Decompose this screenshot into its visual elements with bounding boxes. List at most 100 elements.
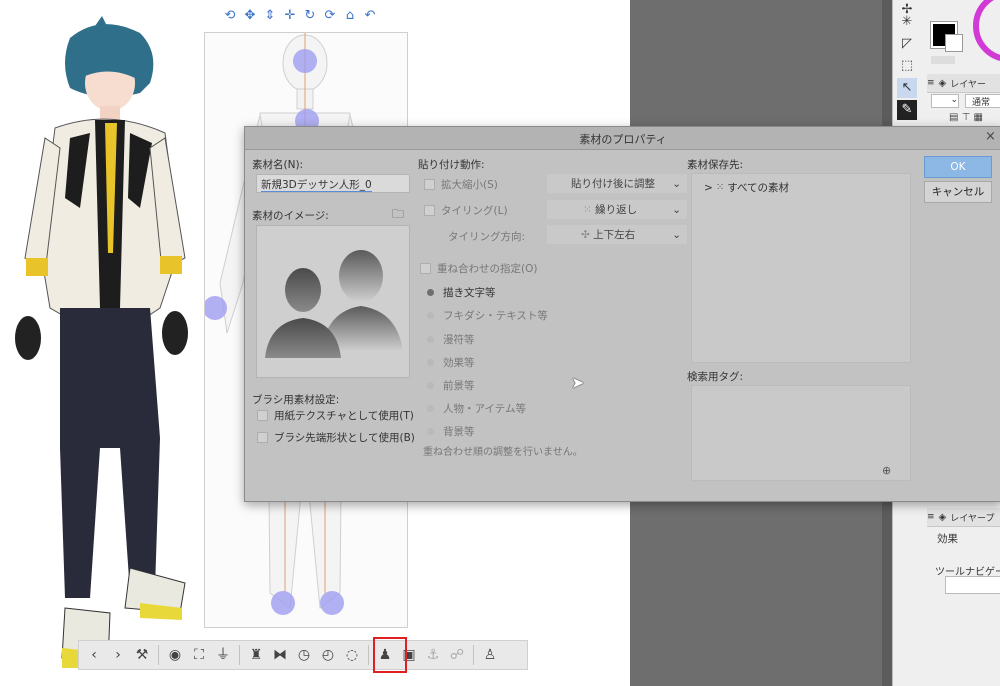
tiling-dropdown[interactable]: ⁙ 繰り返し ⌄: [547, 200, 687, 219]
object-tool-icon[interactable]: ↖: [897, 78, 917, 98]
overlay-radio-6[interactable]: 背景等: [427, 424, 475, 439]
sub-color-swatch[interactable]: [945, 34, 963, 52]
scale-dropdown[interactable]: 貼り付け後に調整 ⌄: [547, 174, 687, 193]
tiling-direction-dropdown[interactable]: ✣ 上下左右 ⌄: [547, 225, 687, 244]
object-launcher: ‹ › ⚒ ◉ ⛶ ⏚ ♜ ⧓ ◷ ◴ ◌ ♟ ▣ ⚓ ☍ ♙: [78, 640, 528, 670]
flip-icon[interactable]: ⧓: [269, 644, 291, 666]
rotate-object-icon[interactable]: ↻: [302, 8, 318, 24]
overlay-note: 重ね合わせ順の調整を行いません。: [423, 447, 583, 458]
layer-tab-label[interactable]: レイヤー: [950, 77, 986, 90]
transparent-color-swatch[interactable]: [931, 56, 955, 64]
close-icon[interactable]: ×: [985, 129, 996, 144]
overlay-checkbox[interactable]: [420, 263, 431, 274]
blend-mode-select[interactable]: 通常: [965, 94, 1000, 108]
wrench-icon[interactable]: ⚒: [131, 644, 153, 666]
reset-object-icon[interactable]: ◴: [317, 644, 339, 666]
reset-all-icon[interactable]: ◌: [341, 644, 363, 666]
name-label: 素材名(N):: [252, 159, 304, 171]
brush-tool-icon[interactable]: ✎: [897, 100, 917, 120]
tiling-direction-label: タイリング方向:: [448, 231, 526, 243]
brush-tip-checkbox[interactable]: [257, 432, 268, 443]
overlay-radio-label: 効果等: [443, 357, 475, 369]
expand-chevron-icon[interactable]: >: [704, 182, 713, 194]
save-location-tree[interactable]: > ⁙ すべての素材: [691, 173, 911, 363]
layer-prop-tab-label[interactable]: レイヤープ: [950, 511, 994, 524]
blend-select-chevron-icon[interactable]: ⌄: [931, 94, 959, 108]
overlay-radio-5[interactable]: 人物・アイテム等: [427, 401, 526, 416]
register-whole-icon[interactable]: ♙: [479, 644, 501, 666]
cursor-icon: ➤: [571, 373, 585, 392]
reset-pose-icon[interactable]: ◷: [293, 644, 315, 666]
rotate-object-2-icon[interactable]: ⟳: [322, 8, 338, 24]
texture-option[interactable]: 用紙テクスチャとして使用(T): [257, 408, 414, 423]
overlay-radio-3[interactable]: 効果等: [427, 355, 475, 370]
prev-icon[interactable]: ‹: [83, 644, 105, 666]
folder-icon[interactable]: 🗀: [392, 205, 404, 226]
model-toolbar: ⟲ ✥ ⇕ ✛ ↻ ⟳ ⌂ ↶: [222, 8, 378, 28]
effect-label: 効果: [937, 533, 958, 545]
dialog-title: 素材のプロパティ: [579, 133, 667, 146]
camera-icon[interactable]: ◉: [164, 644, 186, 666]
sparkle-tool-icon[interactable]: ✳: [897, 12, 917, 32]
overlay-option[interactable]: 重ね合わせの指定(O): [420, 261, 537, 276]
character-illustration: [15, 16, 188, 668]
toolbar-divider: [158, 645, 159, 665]
search-tag-box[interactable]: ⊕: [691, 385, 911, 481]
brush-tip-option[interactable]: ブラシ先端形状として使用(B): [257, 430, 415, 445]
pose-icon[interactable]: ♜: [245, 644, 267, 666]
pen-tool-icon[interactable]: ◸: [897, 34, 917, 54]
radio-dot-icon: [427, 405, 434, 412]
name-input[interactable]: 新規3Dデッサン人形_0: [256, 174, 410, 193]
toolbar-divider: [368, 645, 369, 665]
radio-dot-icon: [427, 382, 434, 389]
overlay-radio-label: 背景等: [443, 426, 475, 438]
move-object-icon[interactable]: ✛: [282, 8, 298, 24]
cancel-button[interactable]: キャンセル: [924, 181, 992, 203]
toolbar-divider: [239, 645, 240, 665]
tool-navi-box[interactable]: [945, 576, 1000, 594]
color-wheel[interactable]: [973, 0, 1000, 62]
scale-value: 貼り付け後に調整: [571, 178, 655, 190]
dolly-camera-icon[interactable]: ⇕: [262, 8, 278, 24]
select-tool-icon[interactable]: ⬚: [897, 56, 917, 76]
overlay-radio-2[interactable]: 漫符等: [427, 332, 475, 347]
overlay-radio-label: フキダシ・テキスト等: [443, 310, 548, 322]
tiling-checkbox[interactable]: [424, 205, 435, 216]
tiling-option[interactable]: タイリング(L): [424, 203, 508, 218]
overlay-radio-0[interactable]: 描き文字等: [427, 285, 496, 300]
radio-dot-icon: [427, 428, 434, 435]
fit-icon[interactable]: ⛶: [188, 644, 210, 666]
direction-icon: ✣: [581, 229, 590, 241]
object-ground-icon[interactable]: ⌂: [342, 8, 358, 24]
undo-icon[interactable]: ↶: [362, 8, 378, 24]
scale-checkbox[interactable]: [424, 179, 435, 190]
radio-dot-icon: [427, 289, 434, 296]
texture-option-label: 用紙テクスチャとして使用(T): [274, 410, 414, 422]
add-tag-icon[interactable]: ⊕: [882, 464, 891, 477]
overlay-radio-label: 漫符等: [443, 334, 475, 346]
radio-dot-icon: [427, 336, 434, 343]
brush-tip-option-label: ブラシ先端形状として使用(B): [274, 432, 415, 444]
overlay-radio-1[interactable]: フキダシ・テキスト等: [427, 308, 548, 323]
ok-button[interactable]: OK: [924, 156, 992, 178]
highlight-frame: [373, 637, 407, 673]
overlay-label: 重ね合わせの指定(O): [437, 263, 538, 275]
overlay-radio-4[interactable]: 前景等: [427, 378, 475, 393]
radio-dot-icon: [427, 312, 434, 319]
scale-option[interactable]: 拡大縮小(S): [424, 177, 498, 192]
fix-joint-icon[interactable]: ⚓: [422, 644, 444, 666]
grid-icon: ⁙: [715, 182, 725, 193]
panel-menu-icon[interactable]: ≡: [927, 78, 935, 88]
panel-menu-icon[interactable]: ≡: [927, 512, 935, 522]
material-image-box[interactable]: [256, 225, 410, 378]
pan-camera-icon[interactable]: ✥: [242, 8, 258, 24]
ground-icon[interactable]: ⏚: [212, 644, 234, 666]
toolbar-divider: [473, 645, 474, 665]
next-icon[interactable]: ›: [107, 644, 129, 666]
rotate-camera-icon[interactable]: ⟲: [222, 8, 238, 24]
material-properties-dialog: 素材のプロパティ × 素材名(N): 新規3Dデッサン人形_0 素材のイメージ:…: [244, 126, 1000, 502]
texture-checkbox[interactable]: [257, 410, 268, 421]
layer-tools-icon[interactable]: ▤ ⊤ ▦: [949, 112, 983, 123]
tree-item[interactable]: > ⁙ すべての素材: [704, 180, 789, 195]
unfix-joint-icon[interactable]: ☍: [446, 644, 468, 666]
